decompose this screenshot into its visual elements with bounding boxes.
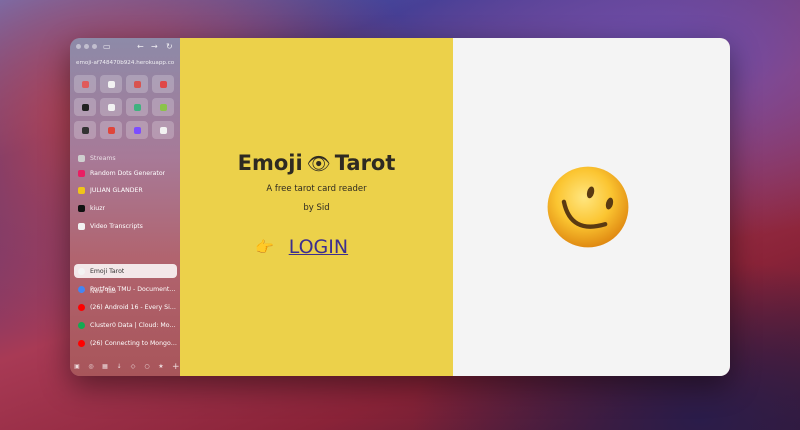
emoji-tarot-favicon-icon [78, 267, 85, 275]
sidebar-toggle-icon[interactable]: ▭ [103, 41, 111, 53]
minimize-window-button[interactable] [84, 44, 89, 49]
grid-icon[interactable]: ▦ [102, 364, 108, 370]
tab-active[interactable]: Emoji Tarot [74, 264, 177, 278]
video-icon [78, 154, 85, 162]
page-title: Emoji 👁 Tarot [180, 151, 453, 175]
downloads-icon[interactable]: ↓ [116, 364, 122, 370]
add-icon[interactable]: + [172, 363, 180, 372]
title-word-emoji: Emoji [237, 151, 303, 175]
browser-sidebar: ▭ ← → ↻ emoji-af748470b924.herokuapp.com… [70, 38, 180, 376]
profile-icon[interactable]: ○ [144, 364, 150, 370]
sidebar-item-label: Video Transcripts [90, 222, 143, 230]
multicolor-favicon-icon [159, 103, 167, 111]
smiling-face-emoji-icon [547, 166, 629, 248]
youtube-icon [78, 303, 85, 311]
sidebar-bottom-bar: ▣ ◎ ▦ ↓ ◇ ○ ★ + [74, 362, 180, 372]
sidebar-pinned-item[interactable]: Random Dots Generator [74, 166, 177, 180]
blue-favicon-icon [159, 126, 167, 134]
settings-icon[interactable]: ◎ [88, 364, 94, 370]
favorite-tile[interactable] [126, 75, 148, 93]
sidebar-item-label: Streams [90, 154, 116, 162]
notion-favicon-icon [107, 103, 115, 111]
favorite-tile[interactable] [100, 75, 122, 93]
tab-label: (26) Connecting to MongoD... [90, 339, 177, 347]
red-favicon-icon [107, 126, 115, 134]
red-favicon-icon [133, 80, 141, 88]
purple-favicon-icon [133, 126, 141, 134]
login-link[interactable]: LOGIN [289, 236, 348, 258]
web-content: Emoji 👁 Tarot A free tarot card reader by … [180, 38, 730, 376]
favorite-tile[interactable] [126, 121, 148, 139]
tab-item[interactable]: Cluster0 Data | Cloud: Mon... [74, 318, 177, 332]
favorite-tile[interactable] [74, 121, 96, 139]
favorite-tile[interactable] [152, 75, 174, 93]
byline: by Sid [303, 203, 330, 213]
dots-favicon-icon [78, 169, 85, 177]
login-row: 👉 LOGIN [255, 234, 348, 260]
zoom-window-button[interactable] [92, 44, 97, 49]
tiktok-icon [78, 204, 85, 212]
sidebar-pinned-item[interactable]: JULIAN GLANDER [74, 183, 177, 197]
pointing-hand-icon: 👉 [255, 238, 274, 256]
calendar-favicon-icon [107, 80, 115, 88]
favorite-tile[interactable] [152, 98, 174, 116]
red-favicon-icon [81, 80, 89, 88]
mongodb-icon [78, 321, 85, 329]
close-window-button[interactable] [76, 44, 81, 49]
favorite-tile[interactable] [100, 98, 122, 116]
tab-item[interactable]: (26) Connecting to MongoD... [74, 336, 177, 350]
window-titlebar: ▭ ← → ↻ [70, 38, 180, 56]
reload-icon[interactable]: ↻ [166, 41, 173, 53]
document-icon [78, 222, 85, 230]
right-panel [453, 38, 730, 376]
forward-arrow-icon[interactable]: → [151, 41, 158, 53]
sidebar-pinned-item[interactable]: Video Transcripts [74, 219, 177, 233]
favorite-tile[interactable] [126, 98, 148, 116]
favorites-grid [74, 75, 176, 139]
title-word-tarot: Tarot [334, 151, 396, 175]
subtitle: A free tarot card reader [266, 184, 367, 194]
tab-item[interactable]: Portfolio TMU - Document (... [74, 282, 177, 296]
favorite-tile[interactable] [100, 121, 122, 139]
favorite-tile[interactable] [74, 75, 96, 93]
favorite-tile[interactable] [74, 98, 96, 116]
sidebar-pinned-item[interactable]: kiuzr [74, 201, 177, 215]
tab-label: Portfolio TMU - Document (... [90, 285, 177, 293]
extension-icon[interactable]: ◇ [130, 364, 136, 370]
sidebar-item-label: kiuzr [90, 204, 106, 212]
github-favicon-icon [81, 126, 89, 134]
sidebar-item-label: JULIAN GLANDER [90, 186, 143, 194]
address-bar[interactable]: emoji-af748470b924.herokuapp.com [76, 58, 174, 68]
tab-label: Emoji Tarot [90, 267, 125, 275]
sidebar-folder-streams[interactable]: Streams [74, 151, 177, 165]
green-favicon-icon [133, 103, 141, 111]
back-arrow-icon[interactable]: ← [137, 41, 144, 53]
star-icon[interactable]: ★ [158, 364, 164, 370]
red-favicon-icon [159, 80, 167, 88]
tab-item[interactable]: (26) Android 16 - Every Sin... [74, 300, 177, 314]
tab-label: Cluster0 Data | Cloud: Mon... [90, 321, 177, 329]
google-docs-icon [78, 285, 85, 293]
sidebar-item-label: Random Dots Generator [90, 169, 166, 177]
youtube-icon [78, 339, 85, 347]
favorite-tile[interactable] [152, 121, 174, 139]
browser-window: ▭ ← → ↻ emoji-af748470b924.herokuapp.com… [70, 38, 730, 376]
eye-icon: 👁 [306, 153, 331, 175]
left-panel: Emoji 👁 Tarot A free tarot card reader by … [180, 38, 453, 376]
julian-favicon-icon [78, 186, 85, 194]
tab-label: (26) Android 16 - Every Sin... [90, 303, 177, 311]
archive-icon[interactable]: ▣ [74, 364, 80, 370]
notion-favicon-icon [81, 103, 89, 111]
